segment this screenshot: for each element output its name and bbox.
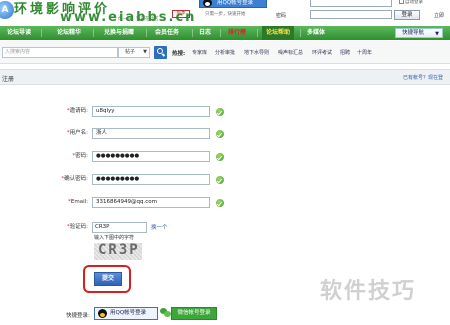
hot-search-label: 热搜:	[172, 51, 186, 57]
logo-icon: A	[0, 1, 14, 19]
watermark: 软件技巧	[320, 279, 417, 304]
email-input[interactable]: 3316864949@qq.com	[92, 197, 210, 208]
nav-divider	[300, 29, 301, 37]
password-label: *密码:	[72, 153, 88, 159]
qq-icon	[98, 309, 107, 318]
page-title: 注册	[2, 76, 15, 83]
header-password-input[interactable]	[310, 10, 392, 19]
nav-item-blog[interactable]: 日志	[199, 26, 211, 40]
chevron-down-icon: ▼	[435, 31, 439, 37]
checkbox-icon	[399, 0, 404, 4]
header-password-label: 密码	[276, 13, 287, 19]
search-input[interactable]: 入搜索内容	[2, 47, 118, 58]
submit-button[interactable]: 提交	[94, 272, 122, 286]
qq-login-button[interactable]: 用QQ帐号登录	[199, 0, 267, 8]
search-bar: 入搜索内容 帖子 ▼ 热搜: 专家库 分析审批 地下水导则 噪声标汇总 环评考试…	[0, 41, 450, 64]
hot-link[interactable]: 噪声标汇总	[278, 49, 303, 56]
check-icon	[216, 199, 224, 207]
check-icon	[216, 108, 224, 116]
captcha-refresh-link[interactable]: 换一个	[151, 223, 168, 231]
hot-link[interactable]: 招聘	[340, 49, 350, 56]
nav-divider	[41, 29, 42, 37]
password-input[interactable]: ●●●●●●●●●	[92, 151, 210, 162]
nav-item-exchange[interactable]: 兑换与捐赠	[104, 26, 134, 40]
nav-item-media[interactable]: 多媒体	[307, 26, 325, 40]
check-icon	[216, 176, 224, 184]
wechat-register-button[interactable]: 微信帐号登录	[171, 307, 217, 320]
wechat-icon	[160, 308, 171, 318]
logo-slogan: 你一日，我已在社区	[118, 17, 159, 22]
hot-link[interactable]: 环评考试	[312, 49, 332, 56]
search-type-select[interactable]: 帖子 ▼	[118, 47, 150, 58]
captcha-image[interactable]: CR3P	[94, 243, 142, 260]
remember-label: 自动登录	[405, 0, 423, 5]
quick-login-link[interactable]: 立即	[434, 12, 444, 19]
check-icon	[216, 130, 224, 138]
nav-item-essence[interactable]: 论坛精华	[57, 26, 81, 40]
logo-badge: 版本	[172, 10, 190, 18]
nav-divider	[257, 29, 258, 37]
qq-register-button[interactable]: 用QQ帐号登录	[94, 307, 158, 320]
fast-login-hint: 只需一步，快速开始	[205, 12, 246, 17]
hot-link[interactable]: 十周年	[357, 49, 372, 56]
site-header: A 环境影响评价 www.eiabbs.cn 你一日，我已在社区 版本 用QQ帐…	[0, 0, 450, 25]
qq-login-label: 用QQ帐号登录	[217, 0, 254, 6]
chevron-down-icon: ▼	[143, 49, 147, 55]
nav-item-tasks[interactable]: 会员任务	[155, 26, 179, 40]
remember-checkbox[interactable]: 自动登录	[399, 0, 423, 5]
nav-item-ranking[interactable]: 排行榜	[228, 26, 246, 40]
search-button[interactable]	[154, 46, 167, 59]
captcha-input[interactable]: CR3P	[92, 222, 147, 233]
login-link[interactable]: 已有帐号？现在登	[403, 74, 443, 81]
nav-item-help[interactable]: 论坛帮助	[262, 26, 295, 40]
nav-item-guide[interactable]: 论坛导读	[7, 26, 31, 40]
hot-link[interactable]: 地下水导则	[244, 49, 269, 56]
nav-divider	[93, 29, 94, 37]
invite-code-input[interactable]: u8qlyy	[92, 106, 210, 117]
nav-divider	[220, 29, 221, 37]
header-login-button[interactable]: 登录	[394, 10, 420, 20]
check-icon	[216, 153, 224, 161]
hot-link[interactable]: 分析审批	[215, 49, 235, 56]
quick-nav-dropdown[interactable]: 快捷导航 ▼	[395, 28, 443, 38]
header-username-input[interactable]	[310, 0, 392, 7]
qq-icon	[203, 0, 212, 7]
page-title-bar: 注册 已有帐号？现在登	[0, 69, 450, 85]
hot-link[interactable]: 专家库	[192, 49, 207, 56]
confirm-password-input[interactable]: ●●●●●●●●●	[92, 174, 210, 185]
captcha-image-text: CR3P	[98, 243, 140, 258]
username-input[interactable]: 浙人	[92, 128, 210, 139]
confirm-password-label: *确认密码:	[61, 176, 88, 182]
search-type-label: 帖子	[125, 49, 136, 55]
captcha-label: *验证码:	[66, 224, 88, 230]
email-label: *Email:	[68, 199, 88, 205]
username-label: *用户名:	[66, 130, 88, 136]
main-nav: 论坛导读 论坛精华 兑换与捐赠 会员任务 日志 排行榜 论坛帮助 多媒体 快捷导…	[0, 26, 450, 40]
quick-register-label: 快捷登录:	[66, 313, 90, 319]
quick-nav-label: 快捷导航	[402, 30, 425, 36]
nav-divider	[146, 29, 147, 37]
invite-code-label: *邀请码:	[66, 108, 88, 114]
captcha-hint: 输入下图中的字符	[94, 235, 135, 241]
nav-divider	[192, 29, 193, 37]
qq-register-label: 用QQ帐号登录	[110, 310, 147, 316]
